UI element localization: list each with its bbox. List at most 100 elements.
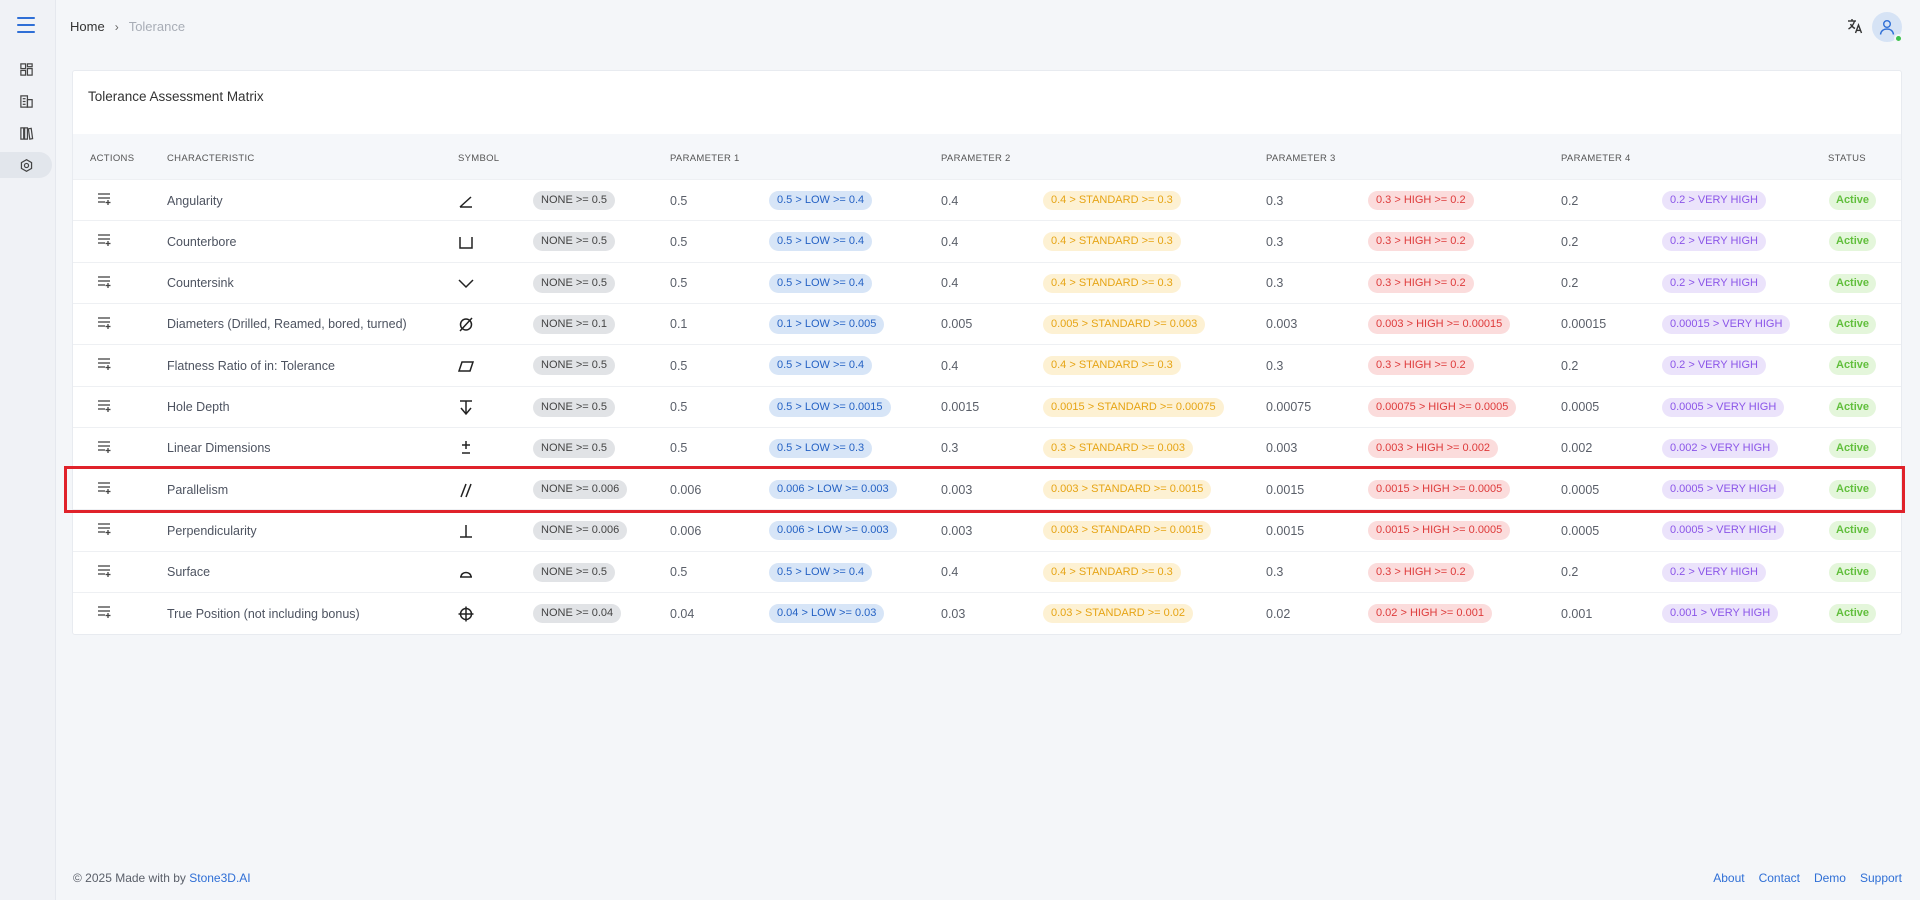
footer-link-about[interactable]: About	[1713, 871, 1744, 885]
list-add-icon[interactable]	[97, 357, 112, 374]
high-threshold-badge: 0.3 > HIGH >= 0.2	[1368, 232, 1474, 252]
parameter-4-value: 0.002	[1561, 441, 1593, 456]
footer-link-support[interactable]: Support	[1860, 871, 1902, 885]
list-add-icon[interactable]	[97, 233, 112, 250]
list-add-icon[interactable]	[97, 399, 112, 416]
table-row: Perpendicularity NONE >= 0.006 0.006 0.0…	[73, 509, 1901, 550]
row-actions-button[interactable]	[97, 387, 112, 428]
table-row: Linear Dimensions NONE >= 0.5 0.5 0.5 > …	[73, 426, 1901, 469]
characteristic-name: Parallelism	[167, 482, 229, 497]
low-threshold-badge: 0.5 > LOW >= 0.3	[769, 438, 873, 458]
high-threshold-badge: 0.3 > HIGH >= 0.2	[1368, 191, 1474, 210]
parameter-2-value: 0.03	[941, 606, 966, 621]
table-row: True Position (not including bonus) NONE…	[73, 592, 1901, 633]
parameter-4-value: 0.00015	[1561, 317, 1607, 332]
parameter-3-value: 0.02	[1266, 606, 1291, 621]
row-actions-button[interactable]	[97, 221, 112, 262]
position-symbol-icon	[457, 593, 475, 634]
table-row: Parallelism NONE >= 0.006 0.006 0.006 > …	[73, 468, 1901, 509]
high-threshold-badge: 0.3 > HIGH >= 0.2	[1368, 273, 1474, 293]
parameter-4-value: 0.2	[1561, 193, 1579, 208]
surface-symbol-icon	[457, 552, 475, 593]
status-badge: Active	[1829, 397, 1877, 417]
list-add-icon[interactable]	[97, 605, 112, 622]
parameter-1-value: 0.5	[670, 441, 688, 456]
row-actions-button[interactable]	[97, 263, 112, 304]
none-threshold-badge: NONE >= 0.5	[533, 356, 616, 376]
parameter-3-value: 0.0015	[1266, 523, 1305, 538]
none-threshold-badge: NONE >= 0.5	[533, 273, 616, 293]
standard-threshold-badge: 0.003 > STANDARD >= 0.0015	[1043, 480, 1212, 500]
parameter-2-value: 0.0015	[941, 400, 980, 414]
breadcrumb-current: Tolerance	[128, 19, 186, 34]
parameter-1-value: 0.006	[670, 482, 702, 497]
none-threshold-badge: NONE >= 0.006	[533, 480, 628, 500]
dashboard-icon[interactable]	[10, 56, 42, 82]
table-row: Hole Depth NONE >= 0.5 0.5 0.5 > LOW >= …	[73, 385, 1901, 428]
row-actions-button[interactable]	[97, 469, 112, 510]
standard-threshold-badge: 0.4 > STANDARD >= 0.3	[1043, 273, 1181, 293]
characteristic-name: Linear Dimensions	[167, 441, 271, 456]
row-actions-button[interactable]	[97, 180, 112, 221]
status-badge: Active	[1829, 273, 1877, 293]
list-add-icon[interactable]	[97, 275, 112, 292]
settings-icon[interactable]	[0, 152, 52, 178]
column-header-parameter-2: PARAMETER 2	[941, 153, 1011, 164]
breadcrumb-home-link[interactable]: Home	[70, 19, 105, 34]
column-header-parameter-1: PARAMETER 1	[670, 153, 740, 164]
low-threshold-badge: 0.5 > LOW >= 0.4	[769, 562, 873, 582]
high-threshold-badge: 0.003 > HIGH >= 0.002	[1368, 438, 1499, 458]
parameter-3-value: 0.3	[1266, 234, 1284, 249]
none-threshold-badge: NONE >= 0.5	[533, 438, 616, 458]
parameter-3-value: 0.3	[1266, 193, 1284, 208]
table-row: Flatness Ratio of in: Tolerance NONE >= …	[73, 344, 1901, 385]
parameter-3-value: 0.3	[1266, 276, 1284, 291]
row-actions-button[interactable]	[97, 304, 112, 345]
row-actions-button[interactable]	[97, 428, 112, 469]
row-actions-button[interactable]	[97, 552, 112, 593]
parameter-1-value: 0.5	[670, 400, 688, 414]
low-threshold-badge: 0.5 > LOW >= 0.0015	[769, 397, 891, 417]
none-threshold-badge: NONE >= 0.04	[533, 604, 622, 623]
list-add-icon[interactable]	[97, 440, 112, 457]
row-actions-button[interactable]	[97, 593, 112, 634]
library-icon[interactable]	[10, 120, 42, 146]
none-threshold-badge: NONE >= 0.5	[533, 232, 616, 252]
list-add-icon[interactable]	[97, 564, 112, 581]
hamburger-menu-icon[interactable]	[17, 17, 35, 33]
standard-threshold-badge: 0.03 > STANDARD >= 0.02	[1043, 604, 1194, 623]
standard-threshold-badge: 0.005 > STANDARD >= 0.003	[1043, 314, 1206, 334]
countersink-symbol-icon	[457, 263, 475, 304]
footer-link-demo[interactable]: Demo	[1814, 871, 1846, 885]
parameter-2-value: 0.4	[941, 193, 959, 208]
row-actions-button[interactable]	[97, 510, 112, 551]
parameter-3-value: 0.3	[1266, 358, 1284, 373]
standard-threshold-badge: 0.4 > STANDARD >= 0.3	[1043, 232, 1181, 252]
list-add-icon[interactable]	[97, 522, 112, 539]
parameter-4-value: 0.0005	[1561, 482, 1600, 497]
parameter-4-value: 0.0005	[1561, 523, 1600, 538]
translate-icon[interactable]	[1846, 17, 1864, 35]
very-high-threshold-badge: 0.0005 > VERY HIGH	[1662, 397, 1785, 417]
list-add-icon[interactable]	[97, 192, 112, 209]
column-header-parameter-4: PARAMETER 4	[1561, 153, 1631, 164]
list-add-icon[interactable]	[97, 481, 112, 498]
status-badge: Active	[1829, 521, 1877, 541]
parameter-3-value: 0.003	[1266, 441, 1298, 456]
table-header: ACTIONS CHARACTERISTIC SYMBOL PARAMETER …	[73, 134, 1901, 179]
parameter-2-value: 0.003	[941, 482, 973, 497]
standard-threshold-badge: 0.3 > STANDARD >= 0.003	[1043, 438, 1194, 458]
none-threshold-badge: NONE >= 0.5	[533, 191, 616, 210]
footer-link-contact[interactable]: Contact	[1759, 871, 1800, 885]
list-add-icon[interactable]	[97, 316, 112, 333]
parameter-3-value: 0.003	[1266, 317, 1298, 332]
very-high-threshold-badge: 0.2 > VERY HIGH	[1662, 273, 1766, 293]
column-header-status: STATUS	[1828, 153, 1866, 164]
very-high-threshold-badge: 0.2 > VERY HIGH	[1662, 191, 1766, 210]
building-icon[interactable]	[10, 88, 42, 114]
brand-link[interactable]: Stone3D.AI	[189, 871, 250, 885]
column-header-actions: ACTIONS	[90, 153, 135, 164]
user-avatar-icon[interactable]	[1872, 12, 1903, 43]
row-actions-button[interactable]	[97, 345, 112, 386]
card-title: Tolerance Assessment Matrix	[88, 89, 264, 104]
